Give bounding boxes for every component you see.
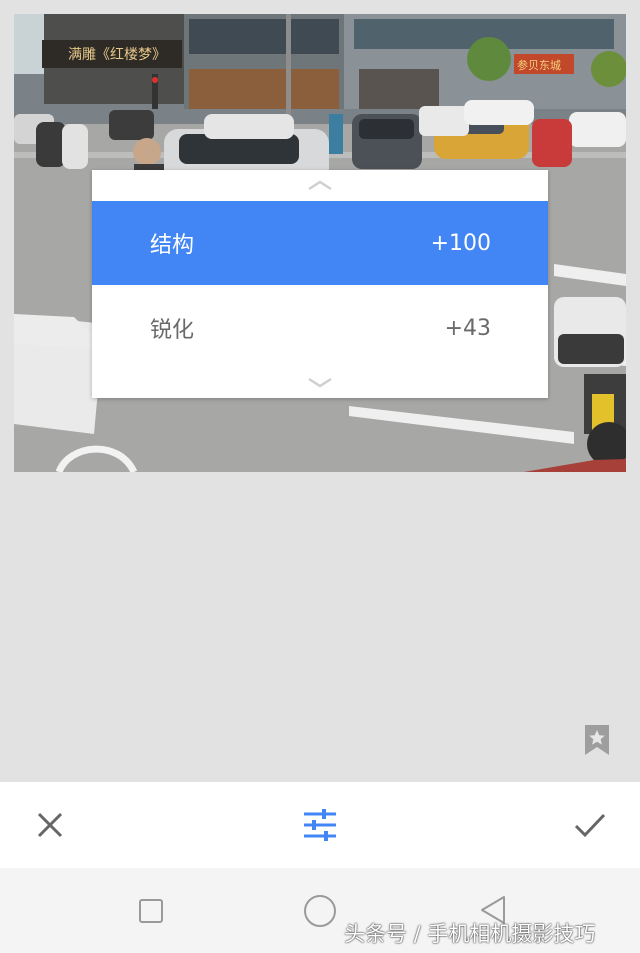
tune-sliders-icon <box>304 809 336 841</box>
bookmark-star-icon <box>585 725 609 755</box>
adjust-item-sharpen[interactable]: 锐化 +43 <box>92 286 548 370</box>
adjust-item-value: +43 <box>444 315 491 341</box>
adjust-item-value: +100 <box>430 230 491 256</box>
adjust-item-label: 锐化 <box>150 318 195 343</box>
shop-sign-text: 满雕《红楼梦》 <box>68 47 166 63</box>
adjust-item-label: 结构 <box>150 233 195 258</box>
bottom-toolbar <box>0 782 640 868</box>
chevron-up-icon[interactable] <box>306 178 334 192</box>
recents-square-icon[interactable] <box>138 898 164 924</box>
adjust-sliders-button[interactable] <box>302 807 338 843</box>
checkmark-icon <box>574 813 606 838</box>
adjustment-picker: 结构 +100 锐化 +43 <box>92 170 548 398</box>
cancel-button[interactable] <box>32 807 68 843</box>
close-icon <box>37 812 63 838</box>
roof-sign-text: 参贝东城 <box>517 58 561 72</box>
adjust-item-structure[interactable]: 结构 +100 <box>92 201 548 285</box>
home-circle-icon[interactable] <box>302 893 338 929</box>
apply-button[interactable] <box>572 807 608 843</box>
compare-button[interactable] <box>584 724 610 756</box>
watermark-text: 头条号 / 手机相机摄影技巧 <box>344 922 596 946</box>
chevron-down-icon[interactable] <box>306 376 334 390</box>
